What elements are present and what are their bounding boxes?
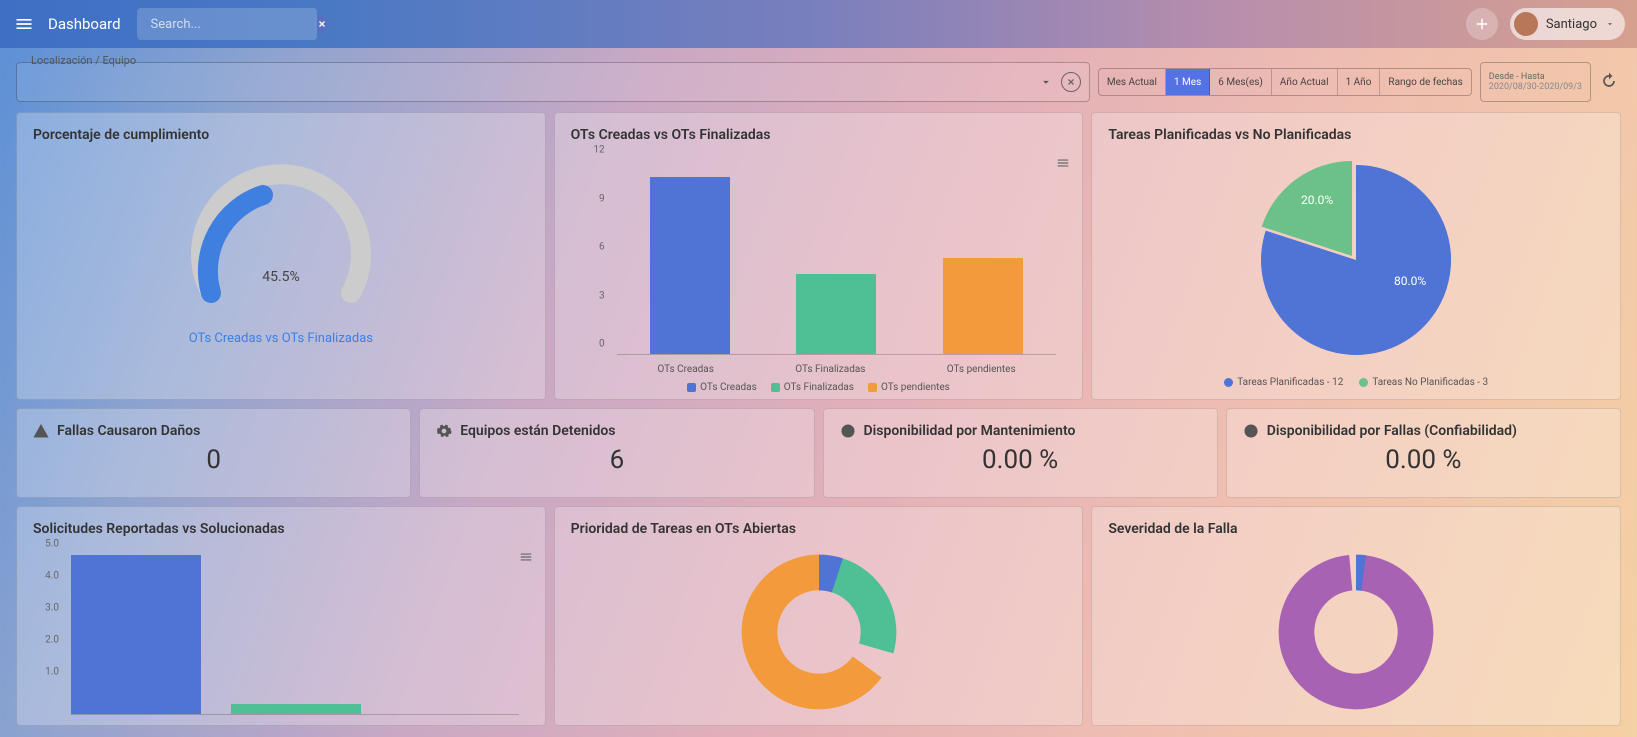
card-ots-bar: OTs Creadas vs OTs Finalizadas 036912 OT…: [554, 112, 1084, 400]
xlabel: OTs Creadas: [657, 364, 714, 375]
legend-item: Tareas Planificadas - 12: [1224, 377, 1343, 388]
ytick: 2.0: [45, 635, 59, 646]
search-field[interactable]: [137, 8, 317, 40]
card-title: OTs Creadas vs OTs Finalizadas: [571, 127, 1067, 143]
card-disp-mant: Disponibilidad por Mantenimiento 0.00 %: [823, 408, 1218, 498]
info-icon: [1243, 423, 1259, 439]
location-filter[interactable]: Localización / Equipo: [16, 62, 1090, 102]
chevron-down-icon: [1605, 19, 1615, 29]
info-icon: [840, 423, 856, 439]
warning-icon: [33, 423, 49, 439]
severidad-donut: [1256, 547, 1456, 717]
legend-item: OTs pendientes: [868, 382, 950, 393]
svg-text:80.0%: 80.0%: [1394, 274, 1426, 288]
card-fallas: Fallas Causaron Daños 0: [16, 408, 411, 498]
stat-title: Fallas Causaron Daños: [57, 423, 200, 439]
stat-value: 0.00 %: [1243, 445, 1604, 475]
range-btn-1[interactable]: 1 Mes: [1166, 69, 1210, 95]
card-detenidos: Equipos están Detenidos 6: [419, 408, 814, 498]
menu-button[interactable]: [12, 12, 36, 36]
search-input[interactable]: [151, 17, 317, 32]
card-title: Solicitudes Reportadas vs Solucionadas: [33, 521, 529, 537]
card-solicitudes: Solicitudes Reportadas vs Solucionadas 1…: [16, 506, 546, 726]
svg-text:45.5%: 45.5%: [262, 269, 300, 285]
ytick: 12: [593, 145, 604, 156]
bar: [650, 177, 730, 354]
card-title: Porcentaje de cumplimiento: [33, 127, 529, 143]
ytick: 6: [599, 242, 605, 253]
card-tasks-pie: Tareas Planificadas vs No Planificadas 8…: [1091, 112, 1621, 400]
refresh-button[interactable]: [1599, 71, 1621, 93]
stat-title: Equipos están Detenidos: [460, 423, 615, 439]
range-btn-0[interactable]: Mes Actual: [1099, 69, 1166, 95]
date-range-buttons: Mes Actual1 Mes6 Mes(es)Año Actual1 AñoR…: [1098, 68, 1472, 96]
range-btn-4[interactable]: 1 Año: [1338, 69, 1381, 95]
stat-value: 0.00 %: [840, 445, 1201, 475]
ytick: 0: [599, 339, 605, 350]
gauge-legend: OTs Creadas vs OTs Finalizadas: [189, 331, 373, 346]
ytick: 4.0: [45, 571, 59, 582]
card-title: Prioridad de Tareas en OTs Abiertas: [571, 521, 1067, 537]
location-label: Localización / Equipo: [27, 54, 140, 67]
tasks-pie-chart: 80.0% 20.0%: [1251, 155, 1461, 365]
range-btn-2[interactable]: 6 Mes(es): [1210, 69, 1272, 95]
bar: [943, 258, 1023, 355]
range-btn-5[interactable]: Rango de fechas: [1380, 69, 1470, 95]
stat-value: 6: [436, 445, 797, 475]
card-title: Tareas Planificadas vs No Planificadas: [1108, 127, 1604, 143]
bar: [71, 555, 201, 714]
bar: [231, 704, 361, 714]
avatar: [1514, 12, 1538, 36]
ytick: 1.0: [45, 667, 59, 678]
user-name: Santiago: [1546, 17, 1597, 32]
svg-text:20.0%: 20.0%: [1301, 193, 1333, 207]
prioridad-donut: [719, 547, 919, 717]
bar: [796, 274, 876, 354]
clear-location-button[interactable]: [1061, 72, 1081, 92]
legend-item: Tareas No Planificadas - 3: [1359, 377, 1488, 388]
card-severidad: Severidad de la Falla: [1091, 506, 1621, 726]
app-title: Dashboard: [48, 15, 121, 33]
stat-title: Disponibilidad por Mantenimiento: [864, 423, 1076, 439]
ots-bar-chart: 036912: [607, 161, 1067, 355]
date-range-value: 2020/08/30-2020/09/3: [1489, 82, 1582, 92]
card-prioridad: Prioridad de Tareas en OTs Abiertas: [554, 506, 1084, 726]
add-button[interactable]: [1466, 8, 1498, 40]
clear-search-button[interactable]: [317, 15, 327, 33]
stat-value: 0: [33, 445, 394, 475]
legend-item: OTs Creadas: [687, 382, 757, 393]
legend-item: OTs Finalizadas: [771, 382, 854, 393]
range-btn-3[interactable]: Año Actual: [1272, 69, 1338, 95]
solicitudes-bar-chart: 1.02.03.04.05.0: [61, 555, 529, 715]
date-range-field[interactable]: Desde - Hasta 2020/08/30-2020/09/3: [1480, 62, 1591, 102]
card-disp-fallas: Disponibilidad por Fallas (Confiabilidad…: [1226, 408, 1621, 498]
date-range-label: Desde - Hasta: [1489, 72, 1582, 82]
compliance-gauge: 45.5%: [181, 163, 381, 313]
ytick: 5.0: [45, 539, 59, 550]
card-compliance: Porcentaje de cumplimiento 45.5% OTs Cre…: [16, 112, 546, 400]
stat-title: Disponibilidad por Fallas (Confiabilidad…: [1267, 423, 1517, 439]
ytick: 3.0: [45, 603, 59, 614]
card-title: Severidad de la Falla: [1108, 521, 1604, 537]
xlabel: OTs pendientes: [947, 364, 1016, 375]
user-menu[interactable]: Santiago: [1510, 8, 1625, 40]
xlabel: OTs Finalizadas: [795, 364, 865, 375]
ytick: 3: [599, 290, 605, 301]
ytick: 9: [599, 193, 605, 204]
gear-icon: [436, 423, 452, 439]
dropdown-icon: [1039, 75, 1053, 89]
